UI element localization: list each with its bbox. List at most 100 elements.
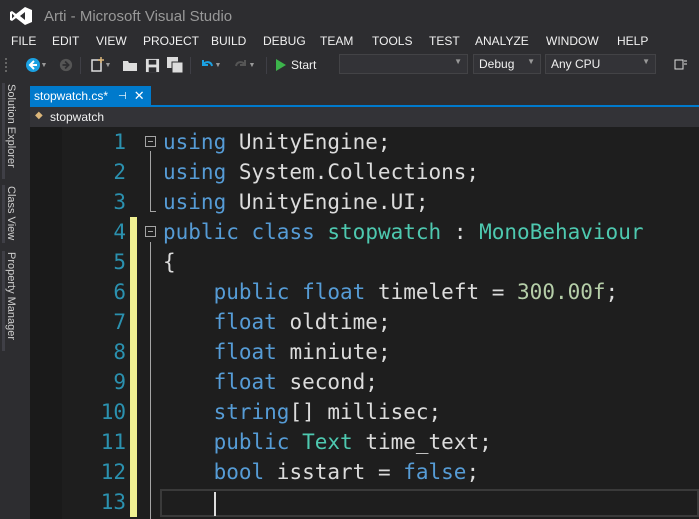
code-text: public class stopwatch : MonoBehaviour (163, 220, 644, 244)
code-line: 7 float oldtime; (30, 307, 699, 337)
code-text: using UnityEngine.UI; (163, 190, 429, 214)
chevron-down-icon: ▼ (527, 57, 535, 66)
configuration-combo[interactable]: Debug ▼ (473, 54, 541, 74)
new-project-button[interactable]: ▼ (86, 56, 114, 74)
code-text: string[] millisec; (213, 400, 442, 424)
changed-line-marker (130, 307, 137, 337)
tab-label: Class View (5, 186, 17, 241)
tab-solution-explorer[interactable]: Solution Explorer (2, 84, 22, 179)
document-tab-label: stopwatch.cs* (34, 89, 109, 103)
open-folder-icon (123, 61, 137, 71)
menu-bar: FILE EDIT VIEW PROJECT BUILD DEBUG TEAM … (0, 32, 699, 52)
code-text: float oldtime; (213, 310, 391, 334)
code-line: 2 using System.Collections; (30, 157, 699, 187)
menu-analyze[interactable]: ANALYZE (475, 34, 529, 48)
tab-property-manager[interactable]: Property Manager (2, 252, 22, 352)
window-title: Arti - Microsoft Visual Studio (44, 8, 233, 25)
tab-class-view[interactable]: Class View (2, 186, 22, 244)
code-text: bool isstart = false; (213, 460, 480, 484)
code-text: public Text time_text; (213, 430, 492, 454)
menu-file[interactable]: FILE (11, 34, 36, 48)
toolbar-separator (190, 57, 191, 74)
menu-debug[interactable]: DEBUG (263, 34, 306, 48)
forward-arrow-icon (59, 58, 73, 72)
pin-icon[interactable]: ⊣ (118, 91, 127, 102)
title-bar: Arti - Microsoft Visual Studio (0, 0, 699, 32)
code-text: { (163, 250, 176, 274)
menu-test[interactable]: TEST (429, 34, 460, 48)
code-line: 5 { (30, 247, 699, 277)
class-icon: ◆ (35, 110, 43, 121)
line-number: 5 (113, 250, 126, 274)
code-editor[interactable]: 1 using UnityEngine; 2 using System.Coll… (30, 127, 699, 519)
changed-line-marker (130, 217, 137, 247)
code-text: using UnityEngine; (163, 130, 391, 154)
line-number: 11 (100, 430, 126, 454)
toolbar-grip[interactable] (4, 57, 8, 74)
navigation-bar[interactable]: ◆ stopwatch (30, 107, 699, 127)
visual-studio-logo-icon (10, 7, 32, 25)
navigate-back-button[interactable]: ▼ (22, 56, 50, 74)
line-number: 9 (113, 370, 126, 394)
dropdown-arrow-icon: ▼ (248, 61, 256, 69)
open-file-button[interactable] (122, 56, 138, 74)
toolbar-overflow-button[interactable] (667, 56, 695, 74)
changed-line-marker (130, 487, 137, 517)
code-text: using System.Collections; (163, 160, 480, 184)
code-line: 11 public Text time_text; (30, 427, 699, 457)
changed-line-marker (130, 427, 137, 457)
menu-project[interactable]: PROJECT (143, 34, 199, 48)
save-icon (145, 58, 159, 72)
code-line: 10 string[] millisec; (30, 397, 699, 427)
changed-line-marker (130, 277, 137, 307)
menu-edit[interactable]: EDIT (52, 34, 79, 48)
menu-help[interactable]: HELP (617, 34, 648, 48)
text-caret (214, 492, 216, 516)
code-text: float second; (213, 370, 378, 394)
code-line: 1 using UnityEngine; (30, 127, 699, 157)
save-button[interactable] (144, 56, 160, 74)
line-number: 12 (100, 460, 126, 484)
menu-tools[interactable]: TOOLS (372, 34, 412, 48)
side-tool-tabs: Solution Explorer Class View Property Ma… (0, 79, 24, 519)
changed-line-marker (130, 337, 137, 367)
collapse-icon[interactable] (145, 226, 156, 237)
debug-target-combo[interactable]: ▼ (339, 54, 468, 74)
save-all-button[interactable] (166, 56, 184, 74)
line-number: 7 (113, 310, 126, 334)
line-number: 6 (113, 280, 126, 304)
code-text: float miniute; (213, 340, 391, 364)
platform-combo[interactable]: Any CPU ▼ (545, 54, 656, 74)
redo-icon (234, 60, 246, 67)
save-all-icon (166, 57, 183, 73)
play-icon (276, 59, 286, 71)
toolbar-separator (266, 57, 267, 74)
line-number: 4 (113, 220, 126, 244)
configuration-value: Debug (479, 57, 515, 71)
close-icon[interactable]: ✕ (134, 88, 145, 104)
code-line: 4 public class stopwatch : MonoBehaviour (30, 217, 699, 247)
changed-line-marker (130, 367, 137, 397)
undo-button[interactable]: ▼ (196, 56, 224, 74)
platform-value: Any CPU (551, 57, 601, 71)
navigate-forward-button[interactable] (58, 56, 74, 74)
line-number: 1 (113, 130, 126, 154)
code-line: 12 bool isstart = false; (30, 457, 699, 487)
changed-line-marker (130, 397, 137, 427)
toolbar-options-icon (674, 59, 687, 70)
new-project-icon (90, 57, 104, 72)
line-number: 13 (100, 490, 126, 514)
start-debugging-button[interactable]: Start (275, 56, 316, 74)
line-number: 2 (113, 160, 126, 184)
menu-view[interactable]: VIEW (96, 34, 127, 48)
menu-build[interactable]: BUILD (211, 34, 246, 48)
current-line-highlight (160, 489, 699, 517)
menu-team[interactable]: TEAM (320, 34, 353, 48)
changed-line-marker (130, 457, 137, 487)
document-tab-stopwatch[interactable]: stopwatch.cs* ⊣ ✕ (30, 86, 151, 106)
toolbar-separator (80, 57, 81, 74)
menu-window[interactable]: WINDOW (546, 34, 599, 48)
redo-button[interactable]: ▼ (230, 56, 258, 74)
class-dropdown-label: stopwatch (50, 110, 105, 124)
collapse-icon[interactable] (145, 136, 156, 147)
